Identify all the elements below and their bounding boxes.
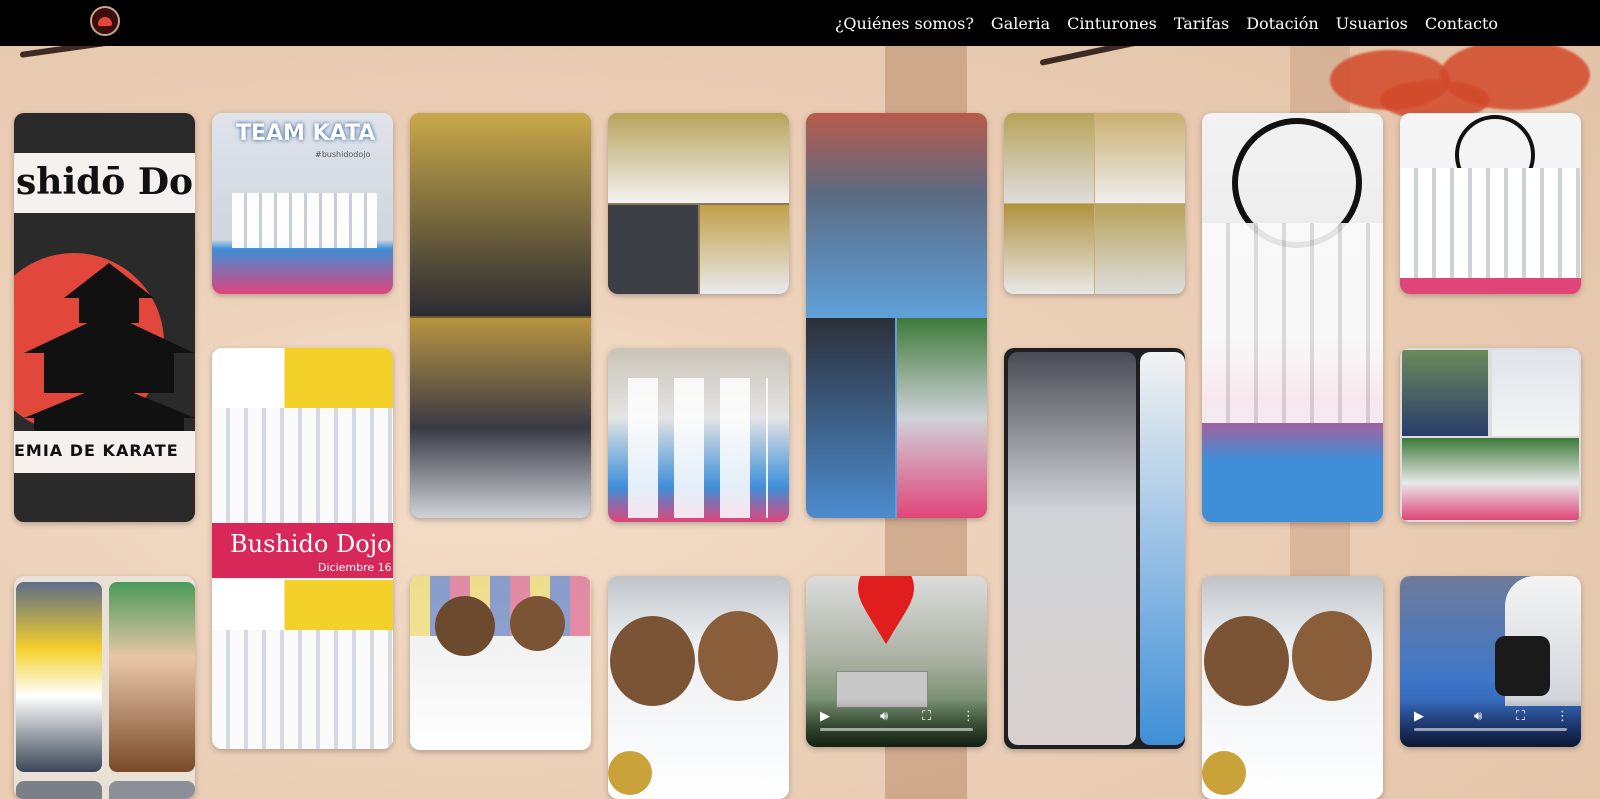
dojo-logo-icon[interactable] [90,6,120,36]
fullscreen-icon-2[interactable]: ⛶ [1516,709,1525,724]
team-kata-tag: #bushidodojo [315,150,371,159]
more-options-icon[interactable]: ⋮ [962,709,975,724]
gallery-video-location[interactable]: ▶ 🔊︎ ⛶ ⋮ [806,576,987,747]
video-controls: ▶ 🔊︎ ⛶ ⋮ [806,699,987,747]
volume-icon[interactable]: 🔊︎ [880,709,888,724]
map-pin-icon [858,576,914,644]
nav-link-galeria[interactable]: Galeria [991,14,1050,33]
medal-icon-2 [1202,751,1246,795]
gallery-photo-podium-2[interactable] [608,113,789,294]
medal-icon [608,751,652,795]
event-date: Diciembre 16 [318,561,392,574]
logo-card-subtitle: EMIA DE KARATE [14,441,179,460]
gallery-photo-kids-selfie-2[interactable] [1202,576,1383,799]
gallery-team-kata-card[interactable]: TEAM KATA #bushidodojo [212,113,393,294]
gallery-event-card[interactable]: Bushido Dojo Diciembre 16 [212,348,393,749]
nav-link-quienes-somos[interactable]: ¿Quiénes somos? [835,14,974,33]
event-title: Bushido Dojo [230,530,392,558]
gallery-photo-gym[interactable] [608,348,789,522]
more-options-icon-2[interactable]: ⋮ [1556,709,1569,724]
gallery-logo-card[interactable]: shidō Do EMIA DE KARATE [14,113,195,522]
gallery-photo-medals-boys[interactable] [410,576,591,750]
gallery-photo-team-kata-2[interactable] [1400,113,1581,294]
top-navbar: ¿Quiénes somos? Galeria Cinturones Tarif… [0,0,1600,46]
gallery-photo-team-mat[interactable] [1202,113,1383,522]
gallery-photo-medal-collage[interactable] [14,576,195,799]
nav-link-dotacion[interactable]: Dotación [1246,14,1318,33]
gallery-photo-collage[interactable] [1400,348,1581,522]
gallery-photo-kids-selfie[interactable] [608,576,789,799]
pagoda-icon [24,263,195,433]
logo-card-title: shidō Do [16,161,194,203]
nav-link-tarifas[interactable]: Tarifas [1174,14,1229,33]
volume-icon-2[interactable]: 🔊︎ [1474,709,1482,724]
nav-link-usuarios[interactable]: Usuarios [1336,14,1408,33]
gallery-photo-podium-1[interactable] [410,113,591,518]
gallery-photo-podium-3[interactable] [1004,113,1185,294]
gallery-video-portrait[interactable] [1004,348,1185,749]
play-icon[interactable]: ▶ [820,709,830,724]
video-progress-bar[interactable] [820,728,973,731]
nav-link-contacto[interactable]: Contacto [1425,14,1498,33]
fullscreen-icon[interactable]: ⛶ [922,709,931,724]
team-kata-title: TEAM KATA [236,121,376,146]
play-icon-2[interactable]: ▶ [1414,709,1424,724]
nav-link-cinturones[interactable]: Cinturones [1067,14,1157,33]
gallery-photo-competition-1[interactable] [806,113,987,518]
video-controls-2: ▶ 🔊︎ ⛶ ⋮ [1400,699,1581,747]
nav-links: ¿Quiénes somos? Galeria Cinturones Tarif… [835,0,1498,46]
gallery-video-kick[interactable]: ▶ 🔊︎ ⛶ ⋮ [1400,576,1581,747]
video-progress-bar-2[interactable] [1414,728,1567,731]
